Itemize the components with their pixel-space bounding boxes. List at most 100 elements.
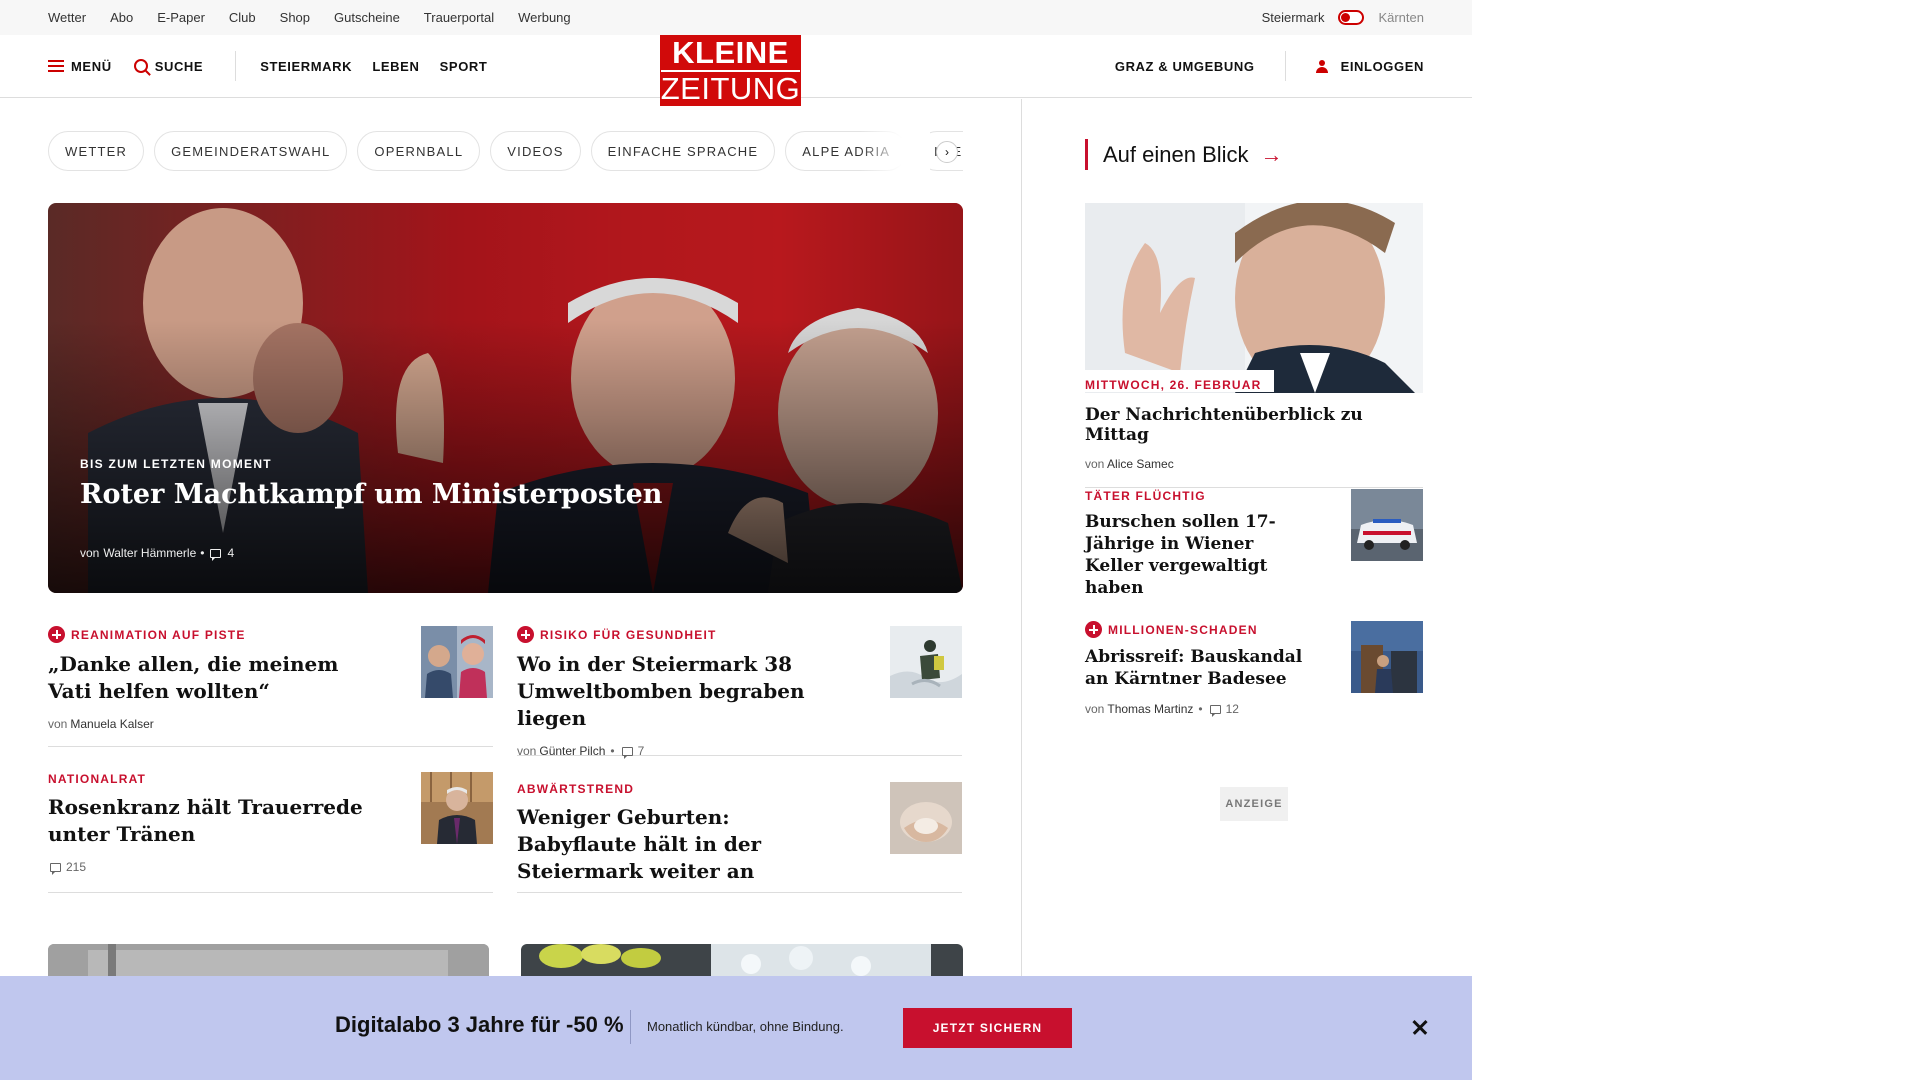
article-title[interactable]: Abrissreif: Bauskandal an Kärntner Bades… [1085,646,1305,690]
banner-subtext: Monatlich kündbar, ohne Bindung. [647,1019,844,1034]
byline-prefix: von [1085,457,1105,471]
article-title[interactable]: Weniger Geburten: Babyflaute hält in der… [517,804,847,885]
ad-label: ANZEIGE [1220,787,1288,821]
article-comment-count[interactable]: 12 [1226,702,1239,716]
logo-line1: KLEINE [672,35,789,70]
chip-einfache-sprache[interactable]: EINFACHE SPRACHE [590,131,776,171]
link-gutscheine[interactable]: Gutscheine [334,10,400,25]
hero-author[interactable]: Walter Hämmerle [103,546,196,560]
byline-prefix: von [517,744,537,758]
sidebar-article[interactable]: MILLIONEN-SCHADEN Abrissreif: Bauskandal… [1085,621,1423,717]
link-club[interactable]: Club [229,10,256,25]
link-abo[interactable]: Abo [110,10,133,25]
hero-kicker: BIS ZUM LETZTEN MOMENT [80,457,272,471]
plus-icon [1085,621,1102,638]
utility-bar: Wetter Abo E-Paper Club Shop Gutscheine … [0,0,1472,35]
sidebar-at-a-glance: Auf einen Blick → MITTWOCH, 26. FEBRUAR … [1085,99,1423,999]
chip-opernball[interactable]: OPERNBALL [357,131,481,171]
link-trauerportal[interactable]: Trauerportal [424,10,494,25]
region-steiermark[interactable]: Steiermark [1262,10,1325,25]
sidebar-heading[interactable]: Auf einen Blick → [1085,139,1283,170]
article-title[interactable]: Rosenkranz hält Trauerrede unter Tränen [48,794,378,848]
banner-headline: Digitalabo 3 Jahre für -50 % [335,1012,624,1037]
hero-meta: von Walter Hämmerle • 4 [80,546,234,561]
article-title[interactable]: Wo in der Steiermark 38 Umweltbomben beg… [517,651,847,732]
kicker-text: RISIKO FÜR GESUNDHEIT [540,627,717,642]
article-meta: von Günter Pilch • 7 [517,744,962,759]
chip-wetter[interactable]: WETTER [48,131,145,171]
site-logo[interactable]: KLEINE ZEITUNG [660,35,801,106]
page: Wetter Abo E-Paper Club Shop Gutscheine … [0,0,1472,1080]
chips-fade [860,131,930,171]
sidebar-heading-text: Auf einen Blick [1103,141,1249,167]
article-author[interactable]: Manuela Kalser [70,717,153,731]
article-thumbnail [890,782,962,854]
article-meta: von Manuela Kalser [48,717,493,731]
hero-comment-count[interactable]: 4 [227,546,234,560]
article-card[interactable]: ABWÄRTSTREND Weniger Geburten: Babyflaut… [517,782,962,893]
article-thumbnail [1351,621,1423,693]
login-label: EINLOGGEN [1340,58,1424,74]
article-card[interactable]: REANIMATION AUF PISTE „Danke allen, die … [48,626,493,747]
nav-steiermark[interactable]: STEIERMARK [260,59,352,74]
region-toggle[interactable] [1338,10,1365,25]
viewport-margin [1472,0,1920,1080]
chips-next-button[interactable]: › [936,141,958,163]
plus-icon [517,626,534,643]
search-label: SUCHE [154,58,204,74]
sidebar-top-title[interactable]: Der Nachrichtenüberblick zu Mittag [1085,405,1423,445]
search-button[interactable]: SUCHE [133,58,204,74]
link-shop[interactable]: Shop [280,10,310,25]
article-card[interactable]: RISIKO FÜR GESUNDHEIT Wo in der Steierma… [517,626,962,759]
hero-article[interactable]: BIS ZUM LETZTEN MOMENT Roter Machtkampf … [48,203,963,593]
menu-button[interactable]: MENÜ [48,59,112,74]
comment-icon [1209,704,1221,717]
utility-links: Wetter Abo E-Paper Club Shop Gutscheine … [48,10,595,25]
article-thumbnail [421,626,493,698]
divider [1284,51,1286,81]
article-title[interactable]: „Danke allen, die meinem Vati helfen wol… [48,651,378,705]
main-column: WETTER GEMEINDERATSWAHL OPERNBALL VIDEOS… [0,99,1022,1080]
byline-prefix: von [80,546,100,560]
article-comment-count[interactable]: 7 [638,744,645,758]
comment-icon [210,548,222,561]
region-nav-graz[interactable]: GRAZ & UMGEBUNG [1115,59,1255,74]
hero-shade [48,203,963,593]
article-card[interactable]: NATIONALRAT Rosenkranz hält Trauerrede u… [48,772,493,893]
link-epaper[interactable]: E-Paper [157,10,205,25]
link-werbung[interactable]: Werbung [518,10,571,25]
hero-title[interactable]: Roter Machtkampf um Ministerposten [80,479,662,510]
meta-separator: • [610,744,615,758]
sidebar-top-meta: von Alice Samec [1085,457,1423,471]
meta-separator: • [1198,702,1203,716]
byline-prefix: von [1085,702,1105,716]
login-button[interactable]: EINLOGGEN [1315,58,1424,74]
chip-videos[interactable]: VIDEOS [490,131,581,171]
article-title[interactable]: Burschen sollen 17-Jährige in Wiener Kel… [1085,511,1305,599]
article-thumbnail [1351,489,1423,561]
article-author[interactable]: Thomas Martinz [1107,702,1193,716]
hamburger-icon [48,60,64,72]
sidebar-article[interactable]: TÄTER FLÜCHTIG Burschen sollen 17-Jährig… [1085,489,1423,599]
sidebar-top-article[interactable]: MITTWOCH, 26. FEBRUAR Der Nachrichtenübe… [1085,203,1423,488]
comment-icon [621,746,633,759]
nav-leben[interactable]: LEBEN [372,59,419,74]
article-author[interactable]: Günter Pilch [539,744,605,758]
sidebar-top-author[interactable]: Alice Samec [1107,457,1174,471]
subscribe-button[interactable]: JETZT SICHERN [903,1008,1072,1048]
article-meta: 215 [48,860,493,875]
close-icon[interactable] [1409,1016,1431,1038]
comment-icon [50,862,61,875]
region-switch: Steiermark Kärnten [1262,10,1424,25]
nav-sport[interactable]: SPORT [440,59,488,74]
article-comment-count[interactable]: 215 [66,860,86,874]
meta-separator: • [200,546,205,560]
kicker-text: MILLIONEN-SCHADEN [1108,622,1258,637]
sidebar-top-date: MITTWOCH, 26. FEBRUAR [1085,370,1274,392]
subscription-banner: Digitalabo 3 Jahre für -50 % Monatlich k… [0,976,1472,1080]
menu-label: MENÜ [71,58,112,74]
user-icon [1315,59,1328,73]
region-kaernten[interactable]: Kärnten [1378,10,1424,25]
chip-gemeinderatswahl[interactable]: GEMEINDERATSWAHL [154,131,348,171]
link-wetter[interactable]: Wetter [48,10,86,25]
